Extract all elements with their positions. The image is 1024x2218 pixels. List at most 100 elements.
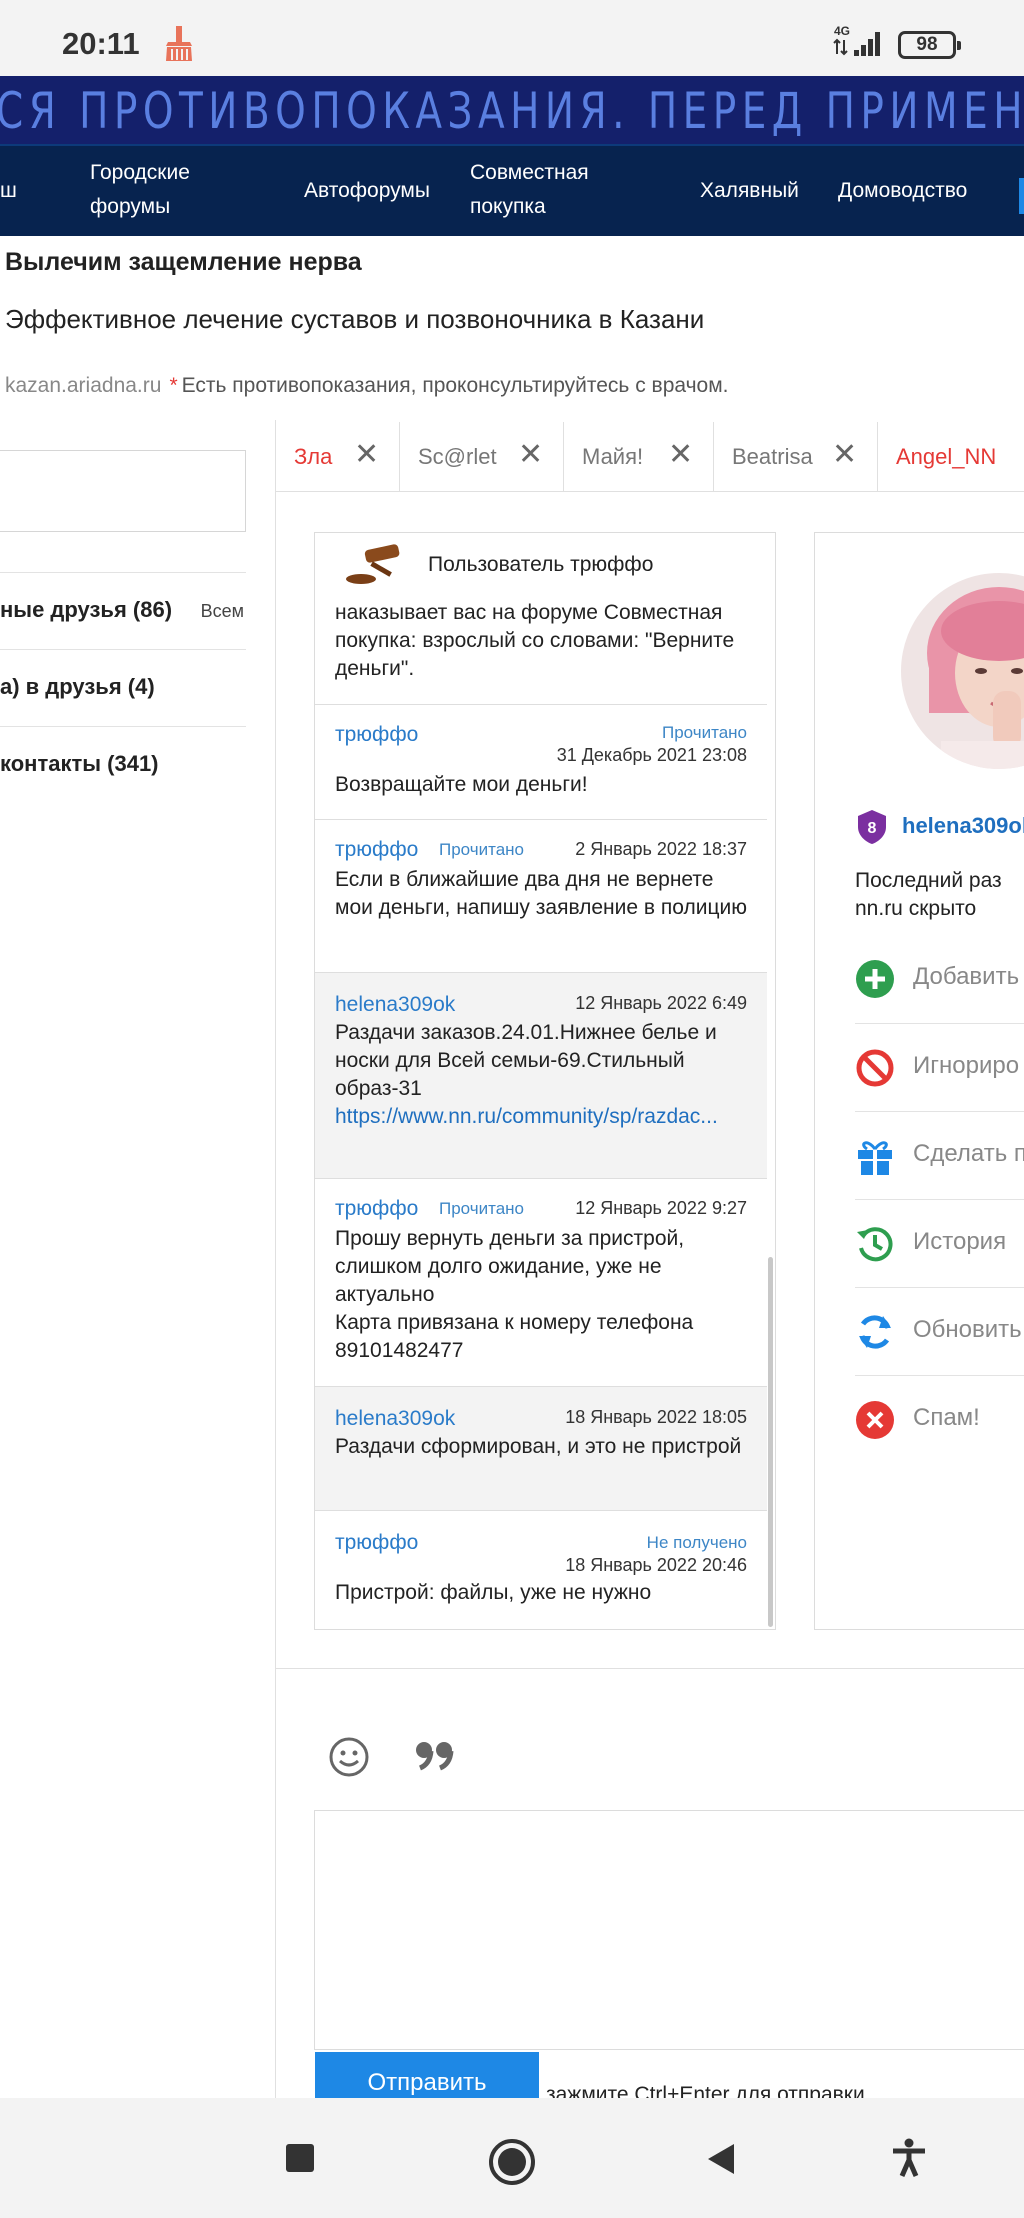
message-author[interactable]: helena309ok <box>335 993 455 1017</box>
add-friend-button[interactable]: Добавить <box>855 935 1024 1023</box>
history-button[interactable]: История <box>855 1199 1024 1287</box>
message-input[interactable] <box>314 1810 1024 2050</box>
message-text: Прошу вернуть деньги за пристрой, слишко… <box>335 1227 685 1306</box>
sidebar-item-friend-requests[interactable]: а) в друзья (4) <box>0 649 246 726</box>
close-icon[interactable]: ✕ <box>832 440 857 470</box>
message-thread[interactable]: Пользователь трюффо наказывает вас на фо… <box>314 532 776 1630</box>
contacts-sidebar: ные друзья (86) Всем а) в друзья (4) кон… <box>0 420 276 2100</box>
home-icon[interactable] <box>488 2138 536 2191</box>
message-author[interactable]: трюффо <box>335 838 418 862</box>
svg-text:8: 8 <box>868 820 877 837</box>
notice-header: Пользователь трюффо <box>428 553 654 576</box>
tab-dialog-1[interactable]: Зла ✕ <box>276 422 400 492</box>
history-icon <box>855 1224 895 1269</box>
tab-dialog-3[interactable]: Майя! ✕ <box>564 422 714 492</box>
ignore-button[interactable]: Игнориро <box>855 1023 1024 1111</box>
list-item: трюффо Прочитано 12 Январь 2022 9:27 Про… <box>315 1179 767 1387</box>
sidebar-item-all-link[interactable]: Всем <box>201 601 244 622</box>
level-badge: 8 <box>856 809 888 850</box>
nav-item-cut[interactable]: ш <box>0 174 17 208</box>
message-author[interactable]: трюффо <box>335 1197 418 1221</box>
spam-icon <box>855 1400 895 1445</box>
nav-item-household[interactable]: Домоводство <box>838 174 967 208</box>
list-item: трюффо Не получено 18 Январь 2022 20:46 … <box>315 1511 767 1629</box>
tab-name: Sc@rlet <box>418 444 497 469</box>
message-author[interactable]: трюффо <box>335 1531 418 1555</box>
action-label: Спам! <box>913 1404 980 1431</box>
svg-text:4G: 4G <box>834 24 850 38</box>
smiley-icon[interactable] <box>328 1736 370 1783</box>
message-status: Не получено <box>646 1533 747 1552</box>
sidebar-item-label: контакты (341) <box>0 751 159 776</box>
plus-circle-icon <box>855 959 895 1004</box>
last-seen-line-2: nn.ru скрыто <box>855 897 977 920</box>
action-label: Добавить <box>913 963 1020 990</box>
profile-username[interactable]: helena309ok <box>902 813 1024 839</box>
ad-disclaimer: Есть противопоказания, проконсультируйте… <box>181 374 729 397</box>
message-author[interactable]: helena309ok <box>335 1407 455 1431</box>
close-icon[interactable]: ✕ <box>518 440 543 470</box>
tab-dialog-2[interactable]: Sc@rlet ✕ <box>400 422 564 492</box>
gift-button[interactable]: Сделать п <box>855 1111 1024 1199</box>
back-icon[interactable] <box>704 2142 738 2181</box>
contact-search-input[interactable] <box>0 450 246 532</box>
nav-item-joint-purchase[interactable]: Совместная покупка <box>470 156 610 224</box>
message-date: 12 Январь 2022 6:49 <box>575 993 747 1013</box>
tab-dialog-4[interactable]: Beatrisa ✕ <box>714 422 878 492</box>
spam-button[interactable]: Спам! <box>855 1375 1024 1463</box>
banner-text: СЯ ПРОТИВОПОКАЗАНИЯ. ПЕРЕД ПРИМЕНЕНИЕМ <box>0 82 1024 140</box>
text-ad[interactable]: Вылечим защемление нерва Эффективное леч… <box>0 238 1024 410</box>
message-author[interactable]: трюффо <box>335 723 418 747</box>
system-notice: Пользователь трюффо наказывает вас на фо… <box>315 533 767 705</box>
refresh-button[interactable]: Обновить <box>855 1287 1024 1375</box>
ban-icon <box>855 1048 895 1093</box>
status-bar: 20:11 4G 98 <box>0 0 1024 76</box>
nav-accent <box>1019 178 1024 214</box>
ad-footer: kazan.ariadna.ru * Есть противопоказания, … <box>5 374 729 398</box>
message-date: 18 Январь 2022 18:05 <box>565 1407 747 1427</box>
message-text: Карта привязана к номеру телефона 891014… <box>335 1311 694 1362</box>
close-icon[interactable]: ✕ <box>354 440 379 470</box>
close-icon[interactable]: ✕ <box>668 440 693 470</box>
ad-text[interactable]: Эффективное лечение суставов и позвоночн… <box>5 304 704 335</box>
system-nav-bar <box>0 2098 1024 2218</box>
message-text: Раздачи заказов.24.01.Нижнее белье и нос… <box>335 1021 717 1100</box>
message-status: Прочитано <box>662 723 747 742</box>
message-date: 31 Декабрь 2021 23:08 <box>556 745 747 765</box>
sidebar-item-contacts[interactable]: контакты (341) <box>0 726 246 803</box>
message-body: Раздачи сформирован, и это не пристрой <box>335 1435 742 1458</box>
dialog-tabs: Зла ✕ Sc@rlet ✕ Майя! ✕ Beatrisa ✕ Angel… <box>276 422 1024 492</box>
message-link[interactable]: https://www.nn.ru/community/sp/razdac... <box>335 1105 718 1128</box>
send-button-label: Отправить <box>367 2069 487 2096</box>
send-button[interactable]: Отправить <box>315 2052 539 2098</box>
accessibility-icon[interactable] <box>890 2138 928 2183</box>
recents-icon[interactable] <box>284 2142 316 2179</box>
ad-star: * <box>169 374 178 397</box>
list-item: helena309ok 12 Январь 2022 6:49 Раздачи … <box>315 973 767 1179</box>
message-body: Прошу вернуть деньги за пристрой, слишко… <box>335 1225 751 1365</box>
ad-title[interactable]: Вылечим защемление нерва <box>5 248 362 277</box>
list-item: трюффо Прочитано 31 Декабрь 2021 23:08 В… <box>315 705 767 820</box>
battery-indicator: 98 <box>898 31 961 59</box>
last-seen: Последний раз nn.ru скрыто <box>855 867 1002 923</box>
quote-icon[interactable] <box>414 1740 456 1779</box>
tab-name: Beatrisa <box>732 444 813 469</box>
avatar[interactable] <box>901 573 1024 769</box>
ad-banner[interactable]: СЯ ПРОТИВОПОКАЗАНИЯ. ПЕРЕД ПРИМЕНЕНИЕМ <box>0 76 1024 144</box>
tab-dialog-5[interactable]: Angel_NN <box>878 422 1024 492</box>
message-body: Раздачи заказов.24.01.Нижнее белье и нос… <box>335 1019 751 1131</box>
tab-name: Зла <box>294 444 333 469</box>
sidebar-item-friends[interactable]: ные друзья (86) Всем <box>0 572 246 649</box>
ad-domain[interactable]: kazan.ariadna.ru <box>5 374 161 397</box>
action-label: Сделать п <box>913 1140 1024 1167</box>
scrollbar[interactable] <box>768 1257 773 1627</box>
message-body: Пристрой: файлы, уже не нужно <box>335 1581 652 1604</box>
sidebar-item-label: а) в друзья (4) <box>0 674 155 699</box>
divider <box>276 1668 1024 1669</box>
signal-icon: 4G <box>832 22 888 67</box>
nav-item-freebie[interactable]: Халявный <box>700 174 799 208</box>
nav-item-city-forums[interactable]: Городские форумы <box>90 156 230 224</box>
nav-item-auto-forums[interactable]: Автофорумы <box>304 174 430 208</box>
message-body: Если в ближайшие два дня не вернете мои … <box>335 868 747 919</box>
message-date: 2 Январь 2022 18:37 <box>575 839 747 859</box>
